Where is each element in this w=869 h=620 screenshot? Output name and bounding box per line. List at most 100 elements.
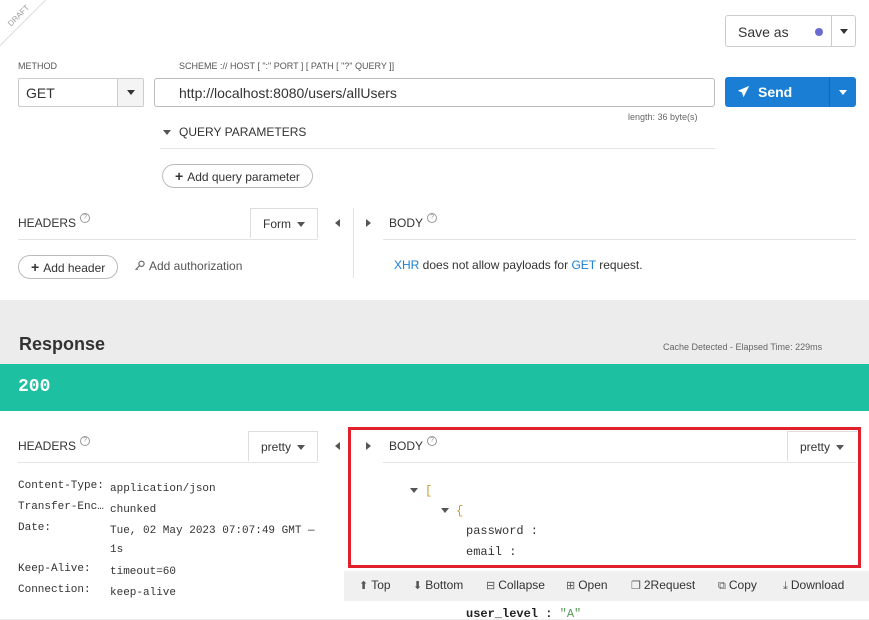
add-query-parameter-button[interactable]: + Add query parameter [162,164,313,188]
copy-label: Copy [728,578,757,592]
plus-icon: + [31,259,40,275]
headers-mode-value: Form [263,217,291,231]
minus-square-icon: ⊟ [486,580,496,592]
query-parameters-toggle[interactable]: QUERY PARAMETERS [163,125,306,139]
header-value: keep-alive [110,587,177,599]
get-term: GET [571,258,596,272]
paper-plane-icon [737,85,750,98]
copy-icon: ⧉ [718,580,726,592]
message-text: does not allow payloads for [419,258,572,272]
add-query-parameter-label: Add query parameter [187,170,300,184]
download-icon: ⤓ [783,580,788,592]
bottom-label: Bottom [425,578,464,592]
open-label: Open [578,578,608,592]
message-end: request. [595,258,643,272]
status-code: 200 [18,377,51,397]
header-key: Keep-Alive: [18,563,91,575]
response-headers-mode-value: pretty [261,440,292,454]
help-icon[interactable]: ? [427,213,438,223]
chevron-down-icon [297,445,306,451]
collapse-left-icon[interactable] [335,219,340,227]
method-dropdown-button[interactable] [117,79,143,106]
divider [160,148,715,149]
json-string-value: "A" [559,607,582,620]
headers-mode-select[interactable]: Form [250,208,318,238]
header-value: chunked [110,504,157,516]
method-label: METHOD [18,61,57,71]
request-body-title-text: BODY [389,216,424,230]
divider [353,208,354,278]
collapse-label: Collapse [498,578,545,592]
request-headers-title: HEADERS? [18,213,91,230]
chevron-down-icon [297,222,305,228]
response-title: Response [19,334,106,354]
request-headers-title-text: HEADERS [18,216,77,230]
send-button[interactable]: Send [725,77,856,107]
top-button[interactable]: ⬆ Top [359,578,391,592]
save-as-label: Save as [738,24,789,40]
url-input[interactable] [154,78,715,107]
help-icon[interactable]: ? [80,436,91,446]
status-bar: 200 [0,364,869,411]
divider [831,16,832,46]
divider [18,462,318,463]
url-length: length: 36 byte(s) [628,112,698,122]
divider [829,77,830,107]
collapse-button[interactable]: ⊟ Collapse [486,578,545,592]
plus-icon: + [175,168,184,184]
help-icon[interactable]: ? [80,213,91,223]
unsaved-dot-icon [815,28,823,36]
to-request-label: 2Request [643,578,696,592]
draft-ribbon: DRAFT [0,0,57,54]
key-icon [135,260,145,271]
xhr-term: XHR [394,258,420,272]
url-format-label: SCHEME :// HOST [ ":" PORT ] [ PATH [ "?… [179,61,395,71]
copy-button[interactable]: ⧉ Copy [718,578,757,593]
header-key: Date: [18,522,52,534]
download-button[interactable]: ⤓ Download [783,578,844,593]
header-value: Tue, 02 May 2023 07:07:49 GMT — 1s [110,525,315,556]
response-headers-title: HEADERS? [18,436,91,453]
add-header-label: Add header [43,261,106,275]
query-parameters-label: QUERY PARAMETERS [179,125,307,139]
arrow-down-circle-icon: ⬇ [413,580,423,592]
download-label: Download [790,578,845,592]
chevron-down-icon[interactable] [840,29,848,34]
highlight-frame [348,427,861,568]
copy-to-request-icon: ❐ [631,580,641,592]
divider [383,239,856,240]
response-headers-mode-select[interactable]: pretty [248,431,318,461]
add-header-button[interactable]: + Add header [18,255,119,279]
open-button[interactable]: ⊞ Open [566,578,608,592]
save-as-button[interactable]: Save as [725,15,856,47]
header-key: Transfer-Enc… [18,501,104,513]
chevron-down-icon [163,130,171,136]
divider [18,239,318,240]
json-key-value-line: user_level : "A" [466,607,581,620]
top-label: Top [371,578,391,592]
arrow-up-circle-icon: ⬆ [359,580,369,592]
json-toolbar: ⬆ Top ⬇ Bottom ⊟ Collapse ⊞ Open ❐ 2Request ⧉… [344,571,869,601]
json-key: user_level : [466,607,553,620]
header-value: application/json [110,483,216,495]
header-key: Content-Type: [18,480,104,492]
request-panel: DRAFT Save as METHOD SCHEME :// HOST [ "… [0,0,869,300]
send-label: Send [758,84,793,100]
chevron-down-icon[interactable] [839,90,847,95]
to-request-button[interactable]: ❐ 2Request [631,578,695,592]
collapse-left-icon[interactable] [335,442,340,450]
bottom-button[interactable]: ⬇ Bottom [413,578,463,592]
chevron-down-icon [127,90,135,95]
header-value: timeout=60 [110,566,177,578]
add-authorization-label: Add authorization [149,259,243,273]
method-value: GET [26,85,55,101]
method-select[interactable]: GET [18,78,144,107]
body-not-allowed-message: XHR does not allow payloads for GET requ… [394,258,643,272]
add-authorization-link[interactable]: Add authorization [134,259,242,273]
request-body-title: BODY? [389,213,438,230]
plus-square-icon: ⊞ [566,580,576,592]
cache-info: Cache Detected - Elapsed Time: 229ms [663,342,823,352]
expand-right-icon[interactable] [366,219,371,227]
response-headers-title-text: HEADERS [18,439,77,453]
header-key: Connection: [18,584,91,596]
